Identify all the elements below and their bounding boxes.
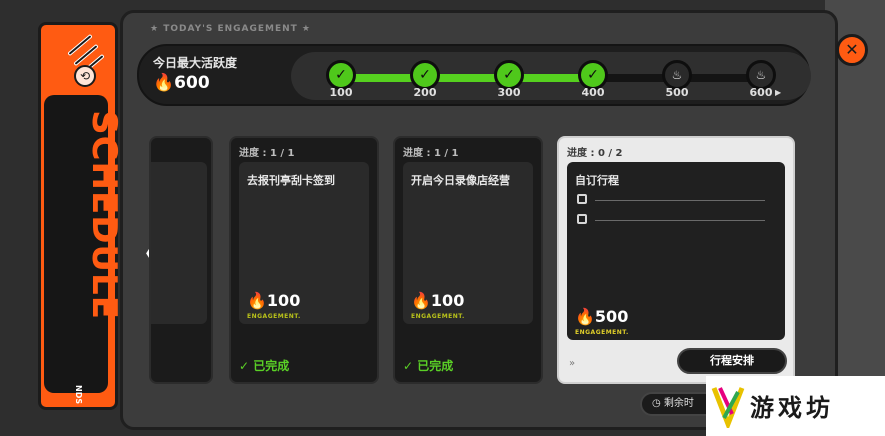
schedule-screen: ⟲ SCHEDULE NDS ★ TODAY'S ENGAGEMENT ★ 今日… <box>0 0 885 436</box>
task-points-sub: ENGAGEMENT. <box>575 329 629 336</box>
task-title: 去报刊亭刮卡签到 <box>247 174 335 187</box>
flame-icon: 🔥 <box>153 73 175 93</box>
check-icon: ✓ <box>239 359 254 373</box>
max-engagement-label: 今日最大活跃度 <box>153 56 238 70</box>
checklist-item[interactable] <box>577 214 777 228</box>
max-engagement-box: 今日最大活跃度 🔥600 <box>153 54 287 98</box>
progress-track-wrap: ✓ 100 ✓ 200 ✓ 300 ✓ 400 ♨ 500 ♨ 600 ▶ <box>291 52 811 100</box>
max-engagement-value: 🔥600 <box>153 73 210 93</box>
task-title: 自订行程 <box>575 174 619 187</box>
task-card-partial <box>149 136 213 384</box>
task-title: 开启今日录像店经营 <box>411 174 510 187</box>
task-cards: ❮ 进度 : 1 / 1 去报刊亭刮卡签到 🔥100 ENGAGEMENT. ✓… <box>137 120 807 390</box>
flame-icon: 🔥 <box>411 291 431 310</box>
schedule-sidebar: ⟲ SCHEDULE NDS <box>38 22 124 410</box>
task-progress-caption: 进度 : 1 / 1 <box>239 148 295 159</box>
checklist-line <box>595 200 765 201</box>
task-progress-caption: 进度 : 1 / 1 <box>403 148 459 159</box>
schedule-title: SCHEDULE <box>84 110 124 320</box>
checklist-line <box>595 220 765 221</box>
watermark-logo: 游戏坊 <box>706 376 885 436</box>
check-icon: ✓ <box>403 359 418 373</box>
task-points: 🔥100 <box>411 291 465 310</box>
watermark-text: 游戏坊 <box>750 394 834 422</box>
flame-icon: 🔥 <box>247 291 267 310</box>
milestone-label: 400 <box>581 86 605 99</box>
task-card[interactable]: 进度 : 1 / 1 去报刊亭刮卡签到 🔥100 ENGAGEMENT. ✓ 已… <box>229 136 379 384</box>
section-label: ★ TODAY'S ENGAGEMENT ★ <box>150 24 311 34</box>
milestone-label: 100 <box>329 86 353 99</box>
schedule-subtitle: NDS <box>74 385 83 405</box>
progress-track <box>341 74 761 82</box>
checklist-item[interactable] <box>577 194 777 208</box>
task-points-sub: ENGAGEMENT. <box>411 313 465 320</box>
task-status: ✓ 已完成 <box>239 359 290 373</box>
refresh-badge-icon[interactable]: ⟲ <box>74 65 96 87</box>
task-card-inner: 开启今日录像店经营 🔥100 ENGAGEMENT. <box>403 162 533 324</box>
task-card[interactable]: 进度 : 1 / 1 开启今日录像店经营 🔥100 ENGAGEMENT. ✓ … <box>393 136 543 384</box>
schedule-plan-button[interactable]: 行程安排 <box>677 348 787 374</box>
double-chevron-icon: » <box>569 358 576 369</box>
task-card-inner: 自订行程 🔥500 ENGAGEMENT. <box>567 162 785 340</box>
close-button[interactable]: ✕ <box>836 34 868 66</box>
checkbox[interactable] <box>577 194 587 204</box>
task-points: 🔥100 <box>247 291 301 310</box>
task-status: ✓ 已完成 <box>403 359 454 373</box>
cursor-icon: ▶ <box>775 88 782 97</box>
task-card-custom[interactable]: 进度 : 0 / 2 自订行程 🔥500 ENGAGEMENT. » 行程安排 <box>557 136 795 384</box>
task-points-sub: ENGAGEMENT. <box>247 313 301 320</box>
checkbox[interactable] <box>577 214 587 224</box>
milestone-label: 200 <box>413 86 437 99</box>
logo-mark-icon <box>711 387 745 428</box>
flame-icon: 🔥 <box>575 307 595 326</box>
milestone-label: 300 <box>497 86 521 99</box>
task-card-inner <box>151 162 207 324</box>
progress-fill <box>341 74 593 82</box>
task-points: 🔥500 <box>575 307 629 326</box>
task-progress-caption: 进度 : 0 / 2 <box>567 148 623 159</box>
milestone-label: 500 <box>665 86 689 99</box>
clock-icon: ◷ <box>652 398 664 409</box>
task-card-inner: 去报刊亭刮卡签到 🔥100 ENGAGEMENT. <box>239 162 369 324</box>
progress-header: 今日最大活跃度 🔥600 ✓ 100 ✓ 200 ✓ 300 ✓ 400 ♨ 500 ♨ 600 ▶ <box>137 44 811 106</box>
